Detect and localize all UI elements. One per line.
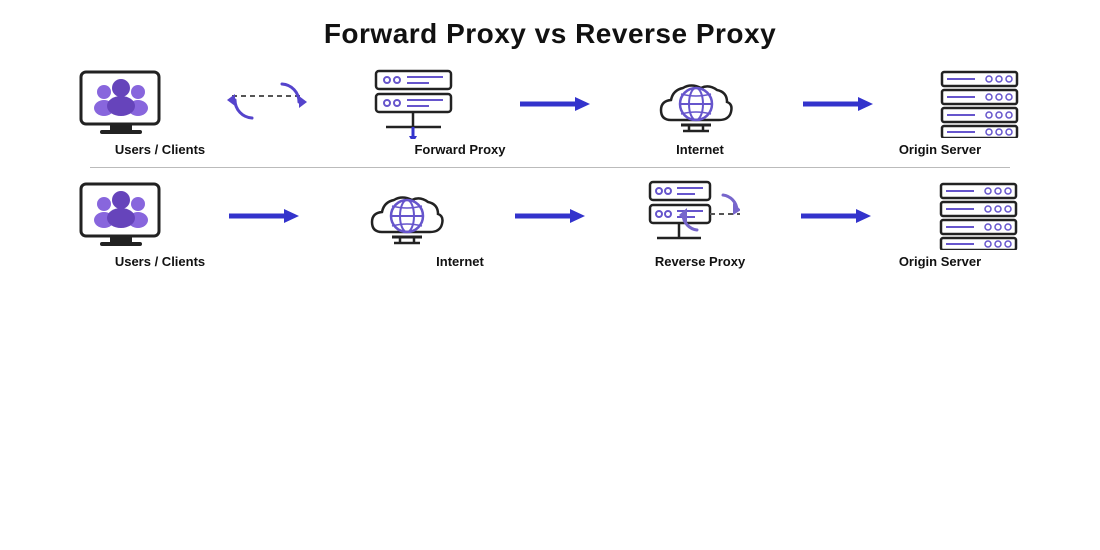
- arrow-users-to-internet-bottom: [229, 201, 299, 231]
- label-origin-server-bottom: Origin Server: [885, 254, 995, 271]
- arrow-rproxy-to-server-bottom: [801, 201, 871, 231]
- label-forward-proxy: Forward Proxy: [405, 142, 515, 159]
- top-row-icons: [30, 60, 1070, 142]
- reverse-proxy-node: [638, 180, 748, 252]
- page-title: Forward Proxy vs Reverse Proxy: [0, 0, 1100, 60]
- bottom-row-labels: Users / Clients Internet Reverse Proxy O…: [30, 254, 1070, 271]
- label-users-clients-bottom: Users / Clients: [105, 254, 215, 271]
- origin-server-top-icon: [937, 70, 1022, 138]
- internet-bottom-node: [352, 180, 462, 252]
- label-internet-bottom: Internet: [405, 254, 515, 271]
- arrow-internet-to-rproxy: [515, 201, 585, 231]
- reverse-proxy-icon: [645, 180, 740, 252]
- internet-globe-bottom-icon: [362, 180, 452, 252]
- label-origin-server-top: Origin Server: [885, 142, 995, 159]
- diagram-area: Users / Clients Forward Proxy Internet O…: [0, 60, 1100, 271]
- top-row-labels: Users / Clients Forward Proxy Internet O…: [30, 142, 1070, 159]
- arrow-fproxy-to-internet: [520, 89, 590, 119]
- origin-server-bottom-icon: [936, 182, 1021, 250]
- origin-server-bottom-node: [923, 182, 1033, 250]
- monitor-users-bottom-icon: [76, 180, 166, 252]
- arrow-internet-to-server-top: [803, 89, 873, 119]
- arrow-users-to-fproxy: [227, 74, 307, 134]
- monitor-users-top-icon: [76, 68, 166, 140]
- users-clients-top-node: [66, 68, 176, 140]
- internet-top-node: [641, 68, 751, 140]
- section-divider: [90, 167, 1010, 168]
- forward-proxy-node: [359, 69, 469, 139]
- bottom-row-icons: [30, 172, 1070, 254]
- origin-server-top-node: [924, 70, 1034, 138]
- users-clients-bottom-node: [66, 180, 176, 252]
- internet-globe-top-icon: [651, 68, 741, 140]
- label-users-clients-top: Users / Clients: [105, 142, 215, 159]
- forward-proxy-icon: [371, 69, 456, 139]
- label-reverse-proxy: Reverse Proxy: [645, 254, 755, 271]
- label-internet-top: Internet: [645, 142, 755, 159]
